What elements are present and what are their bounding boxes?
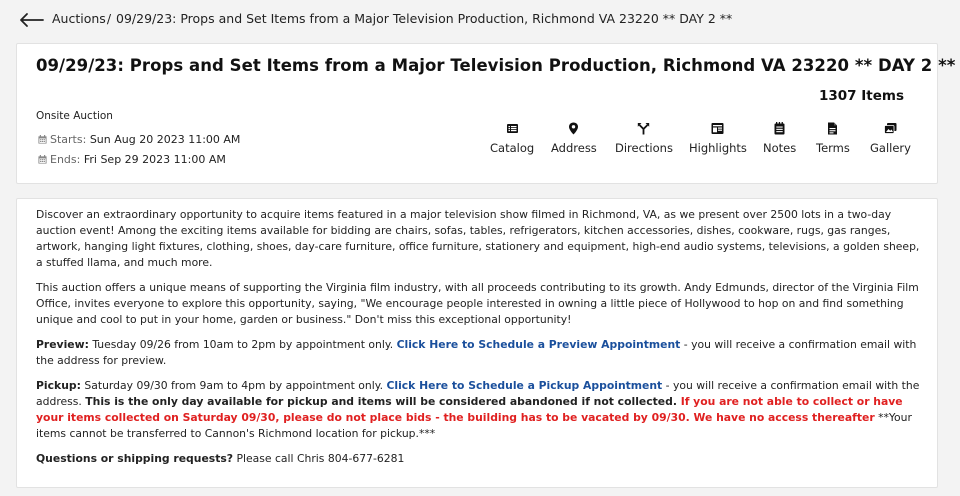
auction-header-card: 09/29/23: Props and Set Items from a Maj… bbox=[16, 43, 955, 184]
schedule-preview-link[interactable]: Click Here to Schedule a Preview Appoint… bbox=[397, 338, 681, 351]
pickup-notice: This is the only day available for picku… bbox=[85, 395, 677, 408]
nav-label: Address bbox=[551, 141, 597, 155]
questions-text: Please call Chris 804-677-6281 bbox=[233, 452, 405, 465]
breadcrumb: Auctions/ 09/29/23: Props and Set Items f… bbox=[52, 11, 732, 26]
end-date: Ends: Fri Sep 29 2023 11:00 AM bbox=[38, 153, 226, 166]
nav-terms[interactable]: Terms bbox=[816, 122, 850, 155]
preview-info: Preview: Tuesday 09/26 from 10am to 2pm … bbox=[36, 337, 920, 369]
back-arrow-icon[interactable] bbox=[18, 12, 44, 28]
description-paragraph: Discover an extraordinary opportunity to… bbox=[36, 208, 920, 269]
auction-description-card: Discover an extraordinary opportunity to… bbox=[16, 198, 938, 488]
breadcrumb-separator: / bbox=[106, 11, 112, 26]
gallery-icon bbox=[884, 123, 897, 134]
nav-highlights[interactable]: Highlights bbox=[689, 122, 747, 155]
item-count: 1307 Items bbox=[818, 88, 904, 104]
nav-gallery[interactable]: Gallery bbox=[870, 122, 911, 155]
auction-description: Discover an extraordinary opportunity to… bbox=[36, 207, 920, 476]
questions-info: Questions or shipping requests? Please c… bbox=[36, 451, 920, 467]
directions-icon bbox=[638, 123, 650, 135]
nav-address[interactable]: Address bbox=[551, 122, 597, 155]
breadcrumb-current: 09/29/23: Props and Set Items from a Maj… bbox=[116, 11, 733, 26]
preview-text: Tuesday 09/26 from 10am to 2pm by appoin… bbox=[88, 338, 397, 351]
nav-label: Highlights bbox=[689, 141, 747, 155]
breadcrumb-root[interactable]: Auctions bbox=[52, 11, 106, 26]
start-date: Starts: Sun Aug 20 2023 11:00 AM bbox=[38, 133, 240, 146]
calendar-icon bbox=[38, 135, 47, 144]
nav-catalog[interactable]: Catalog bbox=[490, 122, 534, 155]
starts-label: Starts: bbox=[50, 133, 87, 146]
ends-label: Ends: bbox=[50, 153, 81, 166]
top-bar: Auctions/ 09/29/23: Props and Set Items f… bbox=[0, 0, 960, 40]
description-paragraph: This auction offers a unique means of su… bbox=[36, 281, 919, 326]
preview-label: Preview: bbox=[36, 338, 89, 351]
terms-icon bbox=[828, 122, 838, 135]
notes-icon bbox=[774, 122, 785, 135]
nav-label: Terms bbox=[816, 141, 850, 155]
pickup-info: Pickup: Saturday 09/30 from 9am to 4pm b… bbox=[36, 378, 920, 442]
auction-title: 09/29/23: Props and Set Items from a Maj… bbox=[36, 56, 956, 75]
calendar-icon bbox=[38, 155, 47, 164]
highlights-icon bbox=[711, 123, 724, 134]
pickup-text: Saturday 09/30 from 9am to 4pm by appoin… bbox=[80, 379, 387, 392]
nav-directions[interactable]: Directions bbox=[615, 122, 673, 155]
starts-value: Sun Aug 20 2023 11:00 AM bbox=[89, 133, 241, 146]
catalog-icon bbox=[506, 124, 518, 133]
questions-label: Questions or shipping requests? bbox=[36, 452, 234, 465]
nav-label: Notes bbox=[763, 141, 797, 155]
nav-label: Directions bbox=[615, 141, 673, 155]
schedule-pickup-link[interactable]: Click Here to Schedule a Pickup Appointm… bbox=[386, 379, 662, 392]
nav-notes[interactable]: Notes bbox=[763, 122, 796, 155]
ends-value: Fri Sep 29 2023 11:00 AM bbox=[83, 153, 226, 166]
auction-type: Onsite Auction bbox=[36, 110, 113, 122]
pickup-label: Pickup: bbox=[36, 379, 81, 392]
nav-label: Catalog bbox=[490, 141, 535, 155]
nav-label: Gallery bbox=[870, 141, 911, 155]
location-pin-icon bbox=[569, 122, 579, 135]
